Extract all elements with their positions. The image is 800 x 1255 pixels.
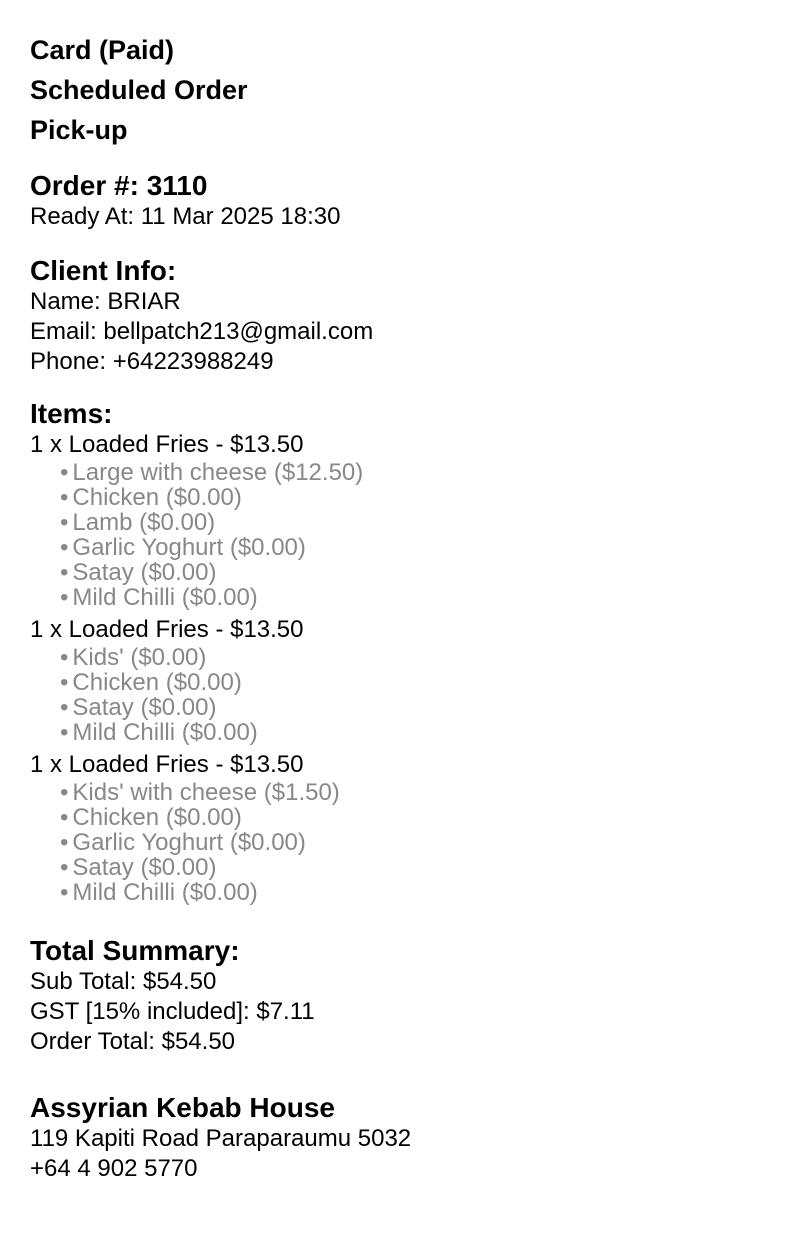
order-item: 1 x Loaded Fries - $13.50 • Large with ch… <box>30 430 770 610</box>
store-info: Assyrian Kebab House 119 Kapiti Road Par… <box>30 1092 770 1184</box>
bullet-icon: • <box>60 669 69 696</box>
order-receipt: Card (Paid) Scheduled Order Pick-up Orde… <box>30 30 770 1184</box>
item-option: • Satay ($0.00) <box>60 694 217 721</box>
item-option: • Mild Chilli ($0.00) <box>60 584 258 611</box>
bullet-icon: • <box>60 879 69 906</box>
fulfilment-type: Pick-up <box>30 115 128 145</box>
item-option: • Mild Chilli ($0.00) <box>60 879 258 906</box>
item-line: 1 x Loaded Fries - $13.50 <box>30 616 304 643</box>
order-number: Order #: 3110 <box>30 170 208 201</box>
item-option: • Chicken ($0.00) <box>60 804 242 831</box>
item-option: • Garlic Yoghurt ($0.00) <box>60 534 306 561</box>
item-option: • Chicken ($0.00) <box>60 669 242 696</box>
item-line: 1 x Loaded Fries - $13.50 <box>30 431 304 458</box>
payment-status: Card (Paid) <box>30 35 175 65</box>
store-name: Assyrian Kebab House <box>30 1092 335 1123</box>
bullet-icon: • <box>60 779 69 806</box>
order-total: Order Total: $54.50 <box>30 1028 236 1055</box>
item-option: • Mild Chilli ($0.00) <box>60 719 258 746</box>
bullet-icon: • <box>60 804 69 831</box>
bullet-icon: • <box>60 459 69 486</box>
item-option: • Kids' with cheese ($1.50) <box>60 779 340 806</box>
sub-total: Sub Total: $54.50 <box>30 968 217 995</box>
item-option: • Satay ($0.00) <box>60 559 217 586</box>
item-option: • Large with cheese ($12.50) <box>60 459 364 486</box>
total-summary: Total Summary: Sub Total: $54.50 GST [15… <box>30 935 770 1057</box>
total-summary-title: Total Summary: <box>30 935 240 966</box>
bullet-icon: • <box>60 534 69 561</box>
store-phone: +64 4 902 5770 <box>30 1155 198 1182</box>
order-schedule-type: Scheduled Order <box>30 75 248 105</box>
bullet-icon: • <box>60 484 69 511</box>
order-header: Card (Paid) Scheduled Order Pick-up <box>30 30 770 150</box>
bullet-icon: • <box>60 854 69 881</box>
order-item: 1 x Loaded Fries - $13.50 • Kids' ($0.00)… <box>30 615 770 745</box>
items-section: Items: 1 x Loaded Fries - $13.50 • Large … <box>30 398 770 905</box>
client-name: Name: BRIAR <box>30 288 181 315</box>
bullet-icon: • <box>60 719 69 746</box>
client-info-title: Client Info: <box>30 255 177 286</box>
bullet-icon: • <box>60 584 69 611</box>
items-title: Items: <box>30 398 113 429</box>
item-option: • Satay ($0.00) <box>60 854 217 881</box>
item-option: • Chicken ($0.00) <box>60 484 242 511</box>
bullet-icon: • <box>60 559 69 586</box>
item-option: • Garlic Yoghurt ($0.00) <box>60 829 306 856</box>
item-option: • Lamb ($0.00) <box>60 509 216 536</box>
bullet-icon: • <box>60 509 69 536</box>
item-line: 1 x Loaded Fries - $13.50 <box>30 751 304 778</box>
client-phone: Phone: +64223988249 <box>30 348 274 375</box>
store-address: 119 Kapiti Road Paraparaumu 5032 <box>30 1125 412 1152</box>
item-option: • Kids' ($0.00) <box>60 644 207 671</box>
client-info: Client Info: Name: BRIAR Email: bellpatc… <box>30 255 770 377</box>
ready-at: Ready At: 11 Mar 2025 18:30 <box>30 203 341 230</box>
client-email: Email: bellpatch213@gmail.com <box>30 318 374 345</box>
bullet-icon: • <box>60 829 69 856</box>
order-info: Order #: 3110 Ready At: 11 Mar 2025 18:3… <box>30 170 770 232</box>
order-item: 1 x Loaded Fries - $13.50 • Kids' with ch… <box>30 750 770 905</box>
bullet-icon: • <box>60 694 69 721</box>
gst-amount: GST [15% included]: $7.11 <box>30 998 315 1025</box>
bullet-icon: • <box>60 644 69 671</box>
